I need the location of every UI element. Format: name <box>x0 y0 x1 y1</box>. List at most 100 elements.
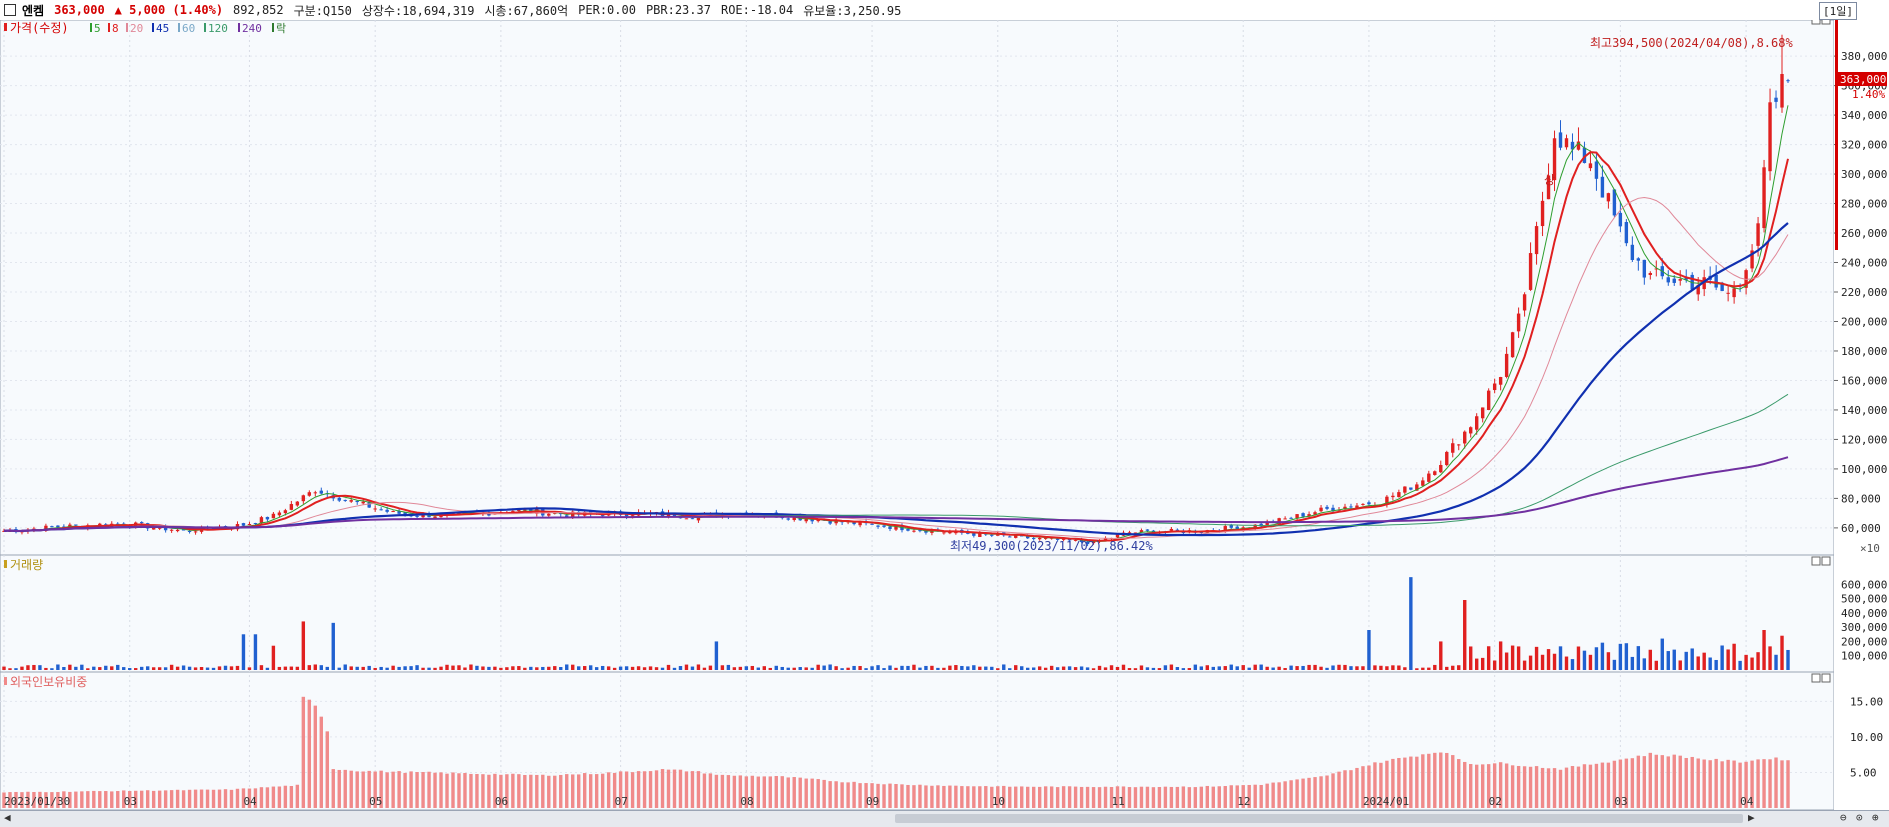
candle-body <box>169 529 174 531</box>
foreign-bar <box>840 782 844 808</box>
volume-bar <box>56 664 60 670</box>
volume-maximize-button[interactable] <box>1811 556 1821 566</box>
foreign-close-button[interactable] <box>1821 673 1831 683</box>
volume-bar <box>918 667 922 670</box>
low-annotation: 최저49,300(2023/11/02),86.42% <box>950 539 1153 553</box>
foreign-bar <box>774 775 778 808</box>
foreign-bar <box>259 787 264 808</box>
x-tick-label: 2024/01 <box>1363 795 1409 808</box>
volume-bar <box>828 664 832 670</box>
price-maximize-button[interactable] <box>1811 15 1821 25</box>
foreign-bar <box>541 774 545 808</box>
scroll-right-icon[interactable]: ▶ <box>1748 811 1755 824</box>
foreign-maximize-button[interactable] <box>1811 673 1821 683</box>
price-close-button[interactable] <box>1821 15 1831 25</box>
volume-bar <box>86 668 90 670</box>
candle-body <box>1486 390 1491 411</box>
volume-bar <box>1049 665 1054 670</box>
price-tick-label: 160,000 <box>1841 374 1887 387</box>
scroll-thumb[interactable] <box>895 814 1743 823</box>
candle-body <box>295 501 300 506</box>
volume-bar <box>1061 666 1066 670</box>
volume-bar <box>457 665 461 670</box>
foreign-bar <box>80 791 84 808</box>
candle-body <box>259 517 264 524</box>
volume-bar <box>1103 667 1108 670</box>
volume-bar <box>1756 652 1760 670</box>
volume-bar <box>1504 652 1509 670</box>
volume-bar <box>68 664 72 670</box>
volume-bar <box>762 666 766 670</box>
foreign-bar <box>571 774 575 808</box>
reserve-ratio: 유보율:3,250.95 <box>803 3 902 18</box>
volume-bar <box>367 665 371 670</box>
foreign-bar <box>469 773 473 808</box>
volume-bar <box>1768 646 1772 670</box>
candle-body <box>882 525 886 527</box>
scroll-left-icon[interactable]: ◀ <box>4 811 11 824</box>
foreign-bar <box>1103 786 1108 808</box>
candle-body <box>1642 259 1647 278</box>
candle-body <box>1522 294 1527 311</box>
candle-body <box>876 525 880 527</box>
zoom-reset-icon[interactable]: ⊙ <box>1856 811 1863 824</box>
zoom-in-icon[interactable]: ⊕ <box>1872 811 1879 824</box>
volume-bar <box>1492 660 1497 670</box>
foreign-bar <box>1127 787 1132 808</box>
volume-bar <box>1678 660 1682 670</box>
volume-bar <box>1552 653 1557 670</box>
foreign-bar <box>529 774 533 808</box>
foreign-bar <box>792 777 796 808</box>
volume-bar <box>122 667 126 670</box>
foreign-bar <box>1678 755 1682 808</box>
foreign-bar <box>1546 768 1551 808</box>
volume-bar <box>1379 665 1383 670</box>
volume-bar <box>325 666 329 670</box>
volume-bar <box>463 667 467 670</box>
foreign-bar <box>894 784 898 808</box>
volume-bar <box>1319 666 1323 670</box>
foreign-bar <box>1037 786 1042 808</box>
menu-checkbox[interactable] <box>4 4 16 16</box>
volume-bar <box>642 667 647 670</box>
sang-mark: 상 <box>1544 173 1555 187</box>
foreign-bar <box>1714 758 1718 808</box>
volume-bar <box>1480 657 1485 670</box>
foreign-bar <box>361 771 365 808</box>
volume-bar <box>307 665 312 670</box>
candle-body <box>1169 528 1174 531</box>
foreign-bar <box>948 785 952 808</box>
period-selector[interactable]: [1일] <box>1819 2 1857 20</box>
volume-bar <box>1624 643 1629 670</box>
foreign-bar <box>660 769 665 808</box>
candle-body <box>942 532 946 534</box>
foreign-bar <box>1187 787 1192 808</box>
foreign-bar <box>816 779 820 808</box>
foreign-bar <box>559 774 563 808</box>
candle-body <box>804 519 808 522</box>
segment: 구분:Q150 <box>293 3 352 18</box>
volume-close-button[interactable] <box>1821 556 1831 566</box>
foreign-bar <box>654 770 659 808</box>
legend-marker <box>4 560 7 568</box>
foreign-bar <box>331 769 335 808</box>
volume-bar <box>175 666 180 670</box>
foreign-bar <box>1594 763 1599 808</box>
foreign-bar <box>1008 786 1012 808</box>
ma-legend-label: 락 <box>276 22 286 35</box>
volume-bar <box>1014 665 1018 670</box>
foreign-bar <box>211 789 216 808</box>
volume-bar <box>612 667 617 670</box>
zoom-out-icon[interactable]: ⊖ <box>1840 811 1847 824</box>
volume-bar <box>1684 651 1688 670</box>
candle-body <box>289 504 294 510</box>
foreign-bar <box>756 776 761 808</box>
trade-volume: 892,852 <box>233 3 284 17</box>
volume-bar <box>1157 668 1162 670</box>
volume-bar <box>511 666 515 670</box>
x-tick-label: 10 <box>992 795 1005 808</box>
foreign-bar <box>1313 777 1317 808</box>
volume-bar <box>481 666 485 670</box>
volume-legend: 거래량 <box>4 558 43 572</box>
bottom-scrollbar[interactable]: ◀ ▶ ⊖ ⊙ ⊕ <box>0 810 1889 827</box>
